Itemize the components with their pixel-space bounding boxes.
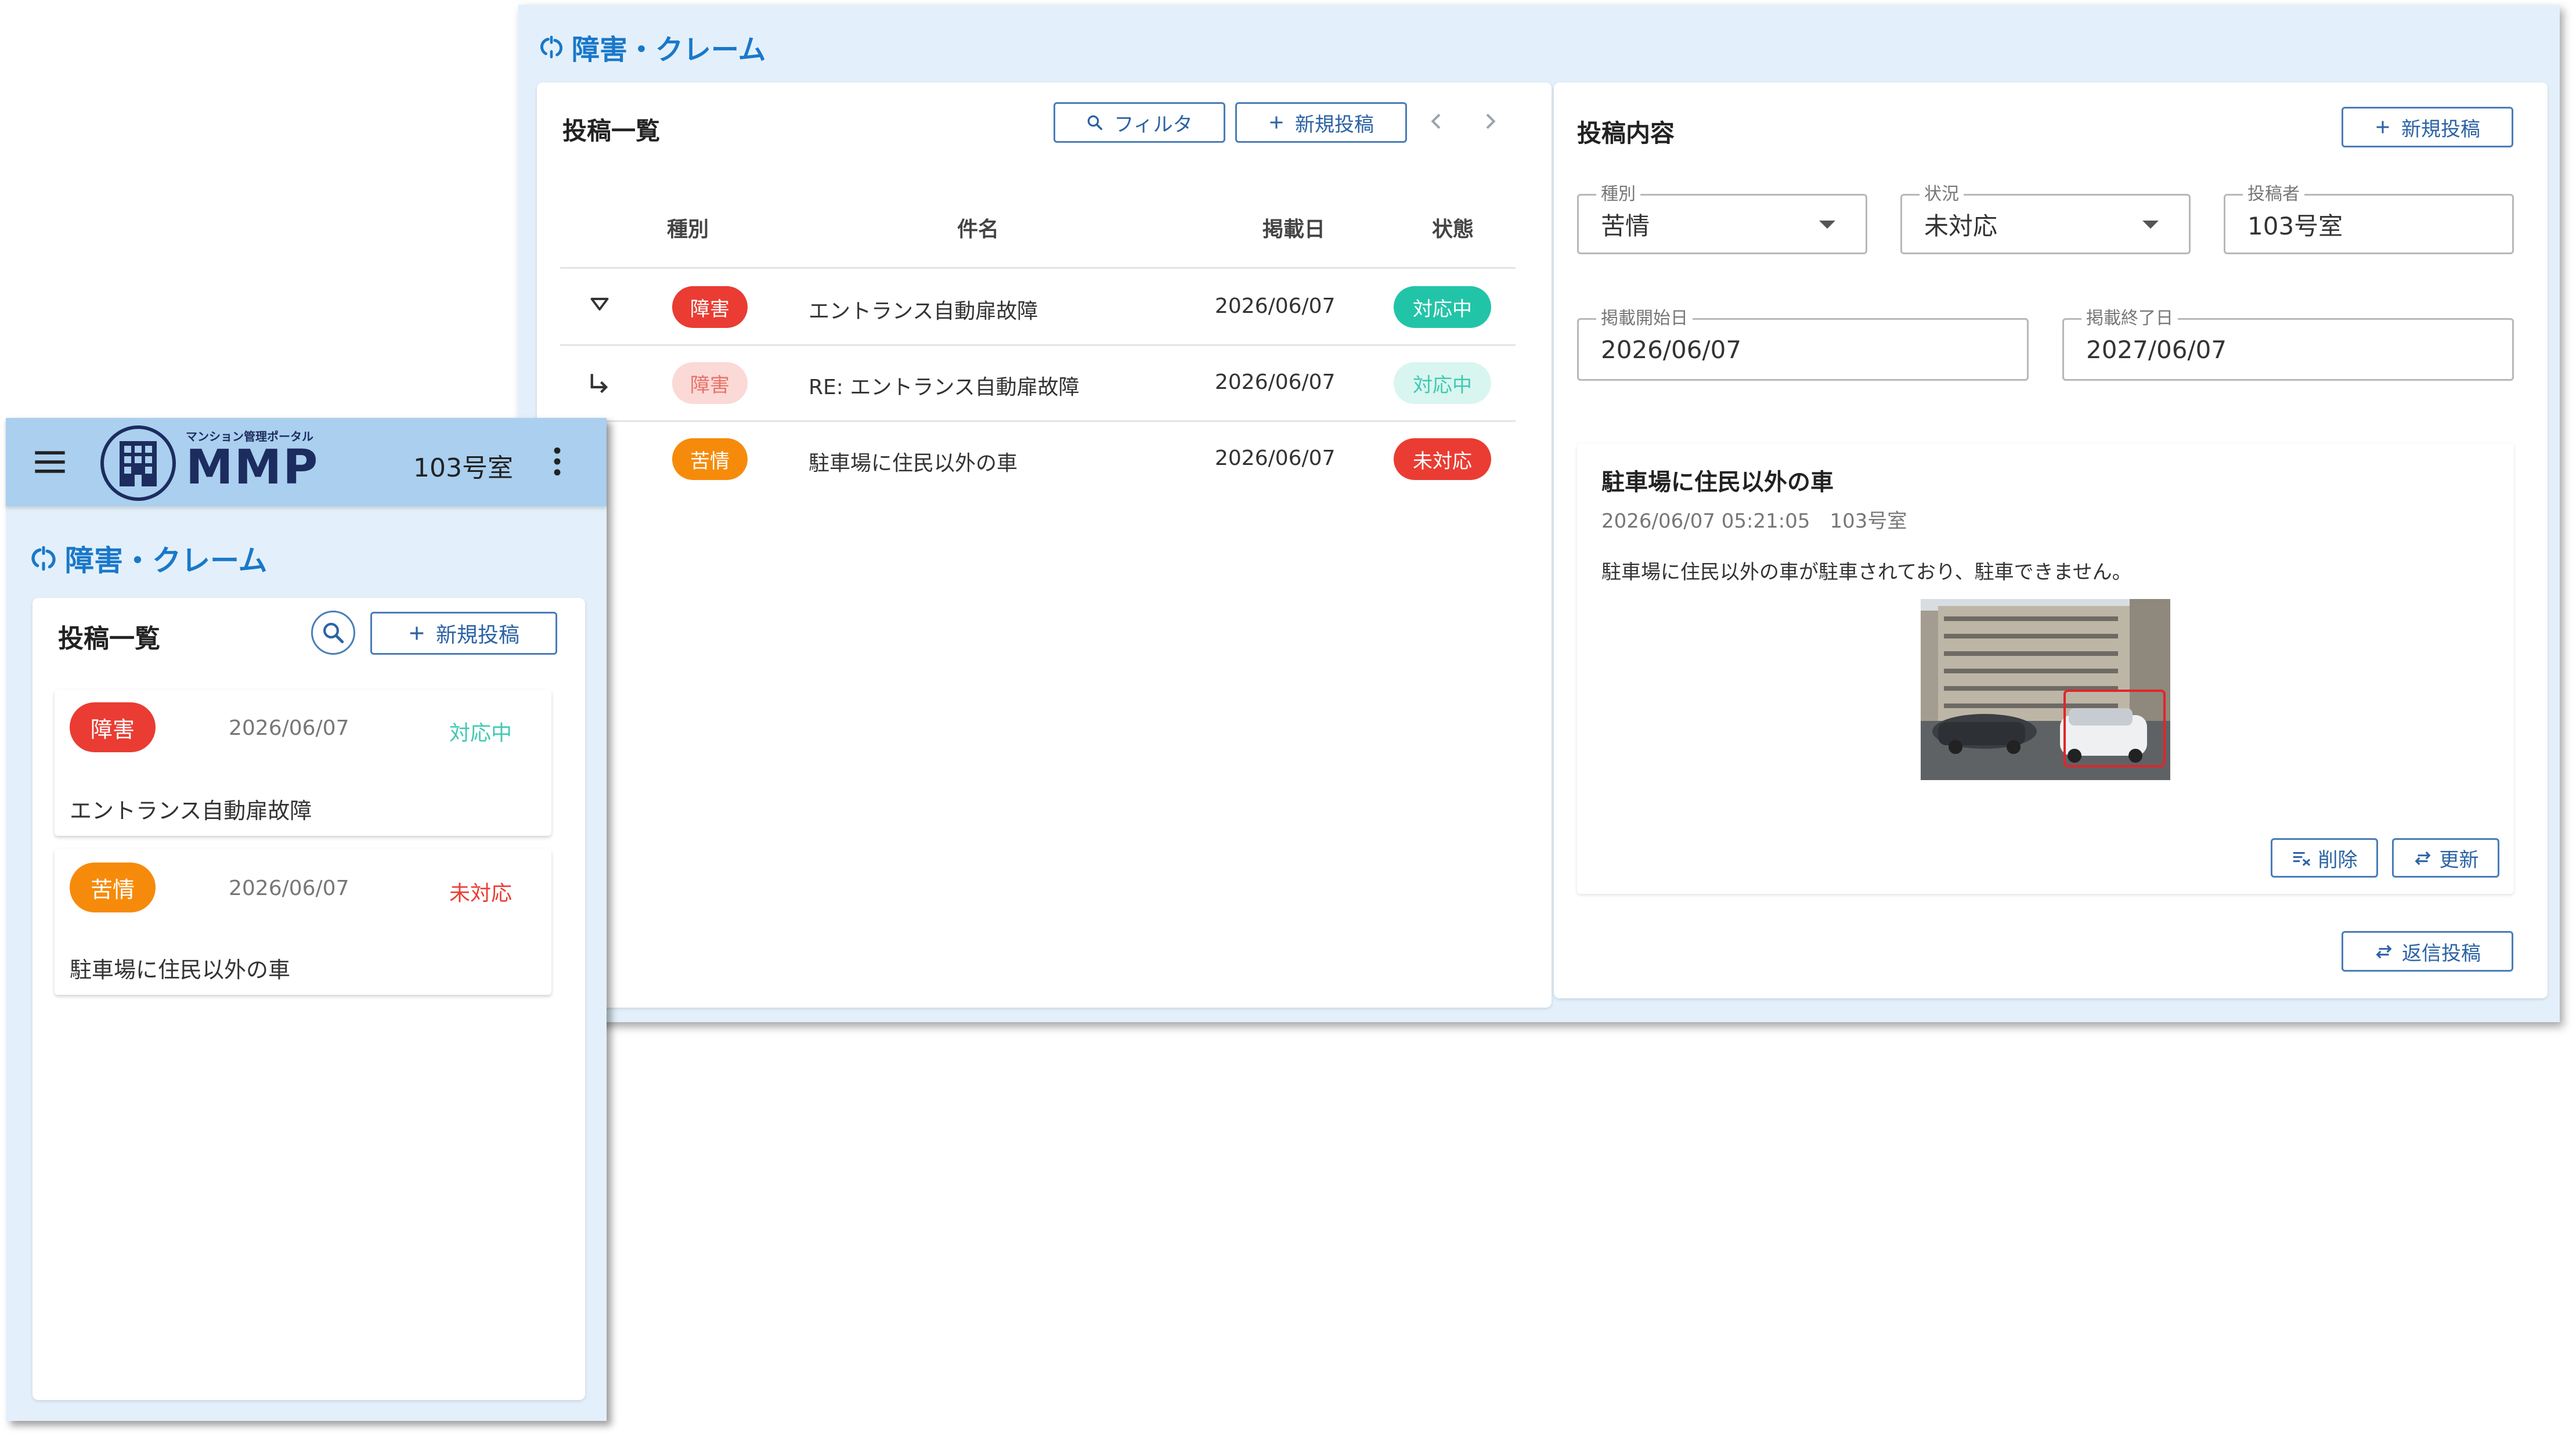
status-badge-in-progress: 対応中 — [1394, 362, 1491, 404]
type-badge-complaint: 苦情 — [70, 863, 156, 912]
row-subject: エントランス自動扉故障 — [809, 300, 1038, 323]
post-list-title: 投稿一覧 — [58, 624, 160, 654]
reply-post-button[interactable]: 返信投稿 — [2342, 931, 2513, 972]
row-date: 2026/06/07 — [1215, 294, 1336, 318]
mobile-window: マンション管理ポータル MMP 103号室 障害・クレーム 投稿一覧 新規投稿 — [6, 418, 607, 1421]
plus-icon — [2375, 119, 2391, 135]
type-select-value: 苦情 — [1601, 211, 1650, 240]
new-post-button-label: 新規投稿 — [435, 623, 519, 647]
post-list-title: 投稿一覧 — [562, 117, 661, 145]
status-badge-not-handled: 未対応 — [1394, 438, 1491, 480]
status-select-value: 未対応 — [1924, 211, 1998, 240]
type-badge-fault: 障害 — [672, 362, 748, 404]
reply-post-button-label: 返信投稿 — [2402, 941, 2481, 965]
type-badge-fault: 障害 — [672, 286, 748, 328]
column-header-date: 掲載日 — [1262, 218, 1325, 241]
delete-button[interactable]: 削除 — [2271, 838, 2378, 878]
building-icon — [100, 425, 176, 501]
list-item[interactable]: 障害 2026/06/07 対応中 エントランス自動扉故障 — [55, 690, 551, 836]
dropdown-arrow-icon — [2142, 221, 2159, 229]
filter-button-label: フィルタ — [1114, 113, 1193, 136]
start-date-value: 2026/06/07 — [1601, 335, 1742, 364]
post-title: 駐車場に住民以外の車 — [1601, 469, 1834, 496]
highlight-box — [2063, 690, 2166, 767]
status-badge-in-progress: 対応中 — [1394, 286, 1491, 328]
type-badge-complaint: 苦情 — [672, 438, 748, 480]
end-date-value: 2027/06/07 — [2086, 335, 2227, 364]
clear-filter-icon — [2292, 849, 2311, 867]
type-select[interactable]: 種別 苦情 — [1577, 183, 1867, 254]
item-subject: エントランス自動扉故障 — [70, 798, 312, 824]
status-select[interactable]: 状況 未対応 — [1900, 183, 2191, 254]
delete-button-label: 削除 — [2318, 848, 2358, 872]
item-date: 2026/06/07 — [229, 716, 349, 740]
new-post-button[interactable]: 新規投稿 — [2342, 107, 2513, 147]
column-header-type: 種別 — [666, 218, 709, 241]
room-label: 103号室 — [413, 453, 513, 483]
item-status-not-handled: 未対応 — [449, 882, 513, 905]
post-photo — [1921, 599, 2170, 780]
item-status-in-progress: 対応中 — [449, 721, 513, 745]
dropdown-arrow-icon — [1819, 221, 1835, 229]
table-row[interactable]: 苦情 駐車場に住民以外の車 2026/06/07 未対応 — [560, 422, 1516, 497]
page-title: 障害・クレーム — [29, 537, 268, 579]
table-row[interactable]: 障害 エントランス自動扉故障 2026/06/07 対応中 — [560, 269, 1516, 344]
update-button[interactable]: 更新 — [2392, 838, 2499, 878]
row-date: 2026/06/07 — [1215, 446, 1336, 470]
post-body: 駐車場に住民以外の車が駐車されており、駐車できません。 — [1601, 561, 2132, 584]
more-vert-icon[interactable] — [551, 447, 563, 478]
reply-arrow-icon — [587, 370, 611, 398]
column-header-subject: 件名 — [957, 218, 999, 241]
post-preview-card: 駐車場に住民以外の車 2026/06/07 05:21:05 103号室 駐車場… — [1577, 443, 2514, 894]
broken-link-icon — [31, 546, 56, 571]
row-date: 2026/06/07 — [1215, 370, 1336, 394]
update-button-label: 更新 — [2439, 848, 2479, 872]
page-title: 障害・クレーム — [538, 27, 766, 67]
app-logo: マンション管理ポータル MMP — [99, 421, 354, 503]
post-detail-card: 投稿内容 新規投稿 種別 苦情 状況 未対応 投稿者 103号室 掲載開始日 2… — [1554, 82, 2548, 998]
filter-button[interactable]: フィルタ — [1054, 102, 1225, 143]
type-badge-fault: 障害 — [70, 702, 156, 752]
start-date-field[interactable]: 掲載開始日 2026/06/07 — [1577, 307, 2029, 381]
new-post-button-label: 新規投稿 — [2401, 117, 2480, 141]
plus-icon — [1268, 114, 1285, 131]
new-post-button-label: 新規投稿 — [1295, 113, 1374, 136]
post-detail-title: 投稿内容 — [1577, 119, 1675, 147]
row-subject: 駐車場に住民以外の車 — [809, 452, 1018, 475]
mobile-post-list-card: 投稿一覧 新規投稿 障害 2026/06/07 対応中 エントランス自動扉故障 … — [33, 598, 585, 1400]
broken-link-icon — [540, 35, 563, 59]
page-title-text: 障害・クレーム — [572, 34, 766, 66]
expand-down-icon[interactable] — [589, 295, 610, 315]
column-header-status: 状態 — [1431, 218, 1474, 241]
search-icon — [1086, 114, 1103, 131]
chevron-right-icon[interactable] — [1478, 108, 1502, 137]
page-title-text: 障害・クレーム — [65, 544, 268, 578]
post-list-card: 投稿一覧 フィルタ 新規投稿 種別 件名 掲載日 状態 障害 エントランス自動扉… — [537, 82, 1552, 1008]
end-date-field[interactable]: 掲載終了日 2027/06/07 — [2062, 307, 2514, 381]
post-meta: 2026/06/07 05:21:05 103号室 — [1601, 510, 1907, 533]
table-row[interactable]: 障害 RE: エントランス自動扉故障 2026/06/07 対応中 — [560, 346, 1516, 420]
item-date: 2026/06/07 — [229, 876, 349, 900]
logo-text: MMP — [186, 440, 319, 495]
chevron-left-icon[interactable] — [1425, 108, 1448, 137]
new-post-button[interactable]: 新規投稿 — [1235, 102, 1407, 143]
row-subject: RE: エントランス自動扉故障 — [809, 376, 1080, 399]
new-post-button[interactable]: 新規投稿 — [370, 612, 557, 655]
swap-arrows-icon — [2413, 849, 2433, 867]
plus-icon — [408, 625, 425, 642]
search-icon[interactable] — [311, 611, 355, 655]
poster-field-value: 103号室 — [2247, 211, 2343, 240]
app-bar: マンション管理ポータル MMP 103号室 — [6, 418, 607, 506]
poster-field[interactable]: 投稿者 103号室 — [2224, 183, 2514, 254]
swap-arrows-icon — [2374, 943, 2394, 960]
item-subject: 駐車場に住民以外の車 — [70, 957, 291, 983]
desktop-window: 障害・クレーム 投稿一覧 フィルタ 新規投稿 種別 件名 掲載日 状態 障害 エ… — [518, 5, 2560, 1022]
list-item[interactable]: 苦情 2026/06/07 未対応 駐車場に住民以外の車 — [55, 849, 551, 995]
hamburger-menu-icon[interactable] — [34, 449, 66, 477]
